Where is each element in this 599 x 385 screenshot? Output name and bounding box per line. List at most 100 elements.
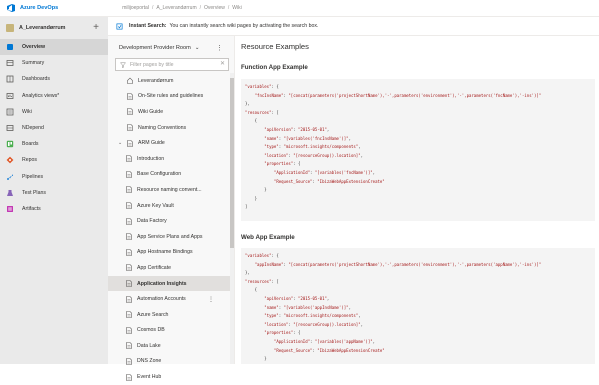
breadcrumb: milijoeportal / A_Leverandørrum / Overvi…	[122, 5, 241, 11]
code-line: {	[245, 287, 258, 293]
wiki-page-item[interactable]: On-Site rules and guidelines	[108, 89, 234, 105]
nav-item-dashboards[interactable]: Dashboards	[0, 71, 108, 87]
code-line: "name": "[variables('appInsName')]",	[264, 304, 351, 310]
wiki-page-item[interactable]: Naming Conventions	[108, 120, 234, 136]
wiki-page-item[interactable]: Wiki Guide	[108, 104, 234, 120]
wiki-page-item[interactable]: Introduction	[108, 151, 234, 167]
pipelines-icon	[6, 173, 14, 181]
breadcrumb-org[interactable]: milijoeportal	[122, 5, 149, 11]
nav-item-wiki[interactable]: Wiki	[0, 104, 108, 120]
page-icon	[126, 233, 132, 241]
nav-item-repos[interactable]: Repos	[0, 152, 108, 168]
nav-item-test-plans[interactable]: Test Plans	[0, 185, 108, 201]
wiki-page-item[interactable]: Data Factory	[108, 213, 234, 229]
code-line: "resources": [	[245, 278, 279, 284]
clear-filter-icon[interactable]: ✕	[220, 60, 225, 67]
code-line: }	[245, 356, 267, 362]
brand-name[interactable]: Azure DevOps	[20, 5, 58, 11]
code-line: "variables": {	[245, 253, 279, 258]
nav-item-label: Dashboards	[22, 76, 50, 83]
wiki-page-label: Application Insights	[137, 280, 187, 287]
more-options-icon[interactable]: ⋮	[216, 44, 223, 52]
wiki-page-item[interactable]: App Certificate	[108, 260, 234, 276]
wiki-page-item[interactable]: ⌄ ARM Guide	[108, 135, 234, 151]
page-icon	[126, 311, 132, 319]
wiki-selector[interactable]: Development Provider Room ⌄	[119, 45, 200, 51]
code-line: "variables": {	[245, 84, 279, 89]
nav-item-label: Repos	[22, 157, 37, 164]
chevron-down-icon[interactable]: ⌄	[118, 140, 124, 146]
nav-item-summary[interactable]: Summary	[0, 55, 108, 71]
wiki-page-item[interactable]: Leverandørrum	[108, 73, 234, 89]
scrollbar-thumb[interactable]	[230, 78, 234, 248]
page-icon	[126, 202, 132, 209]
wiki-page-item[interactable]: Cosmos DB	[108, 323, 234, 339]
code-line: "type": "microsoft.insights/components",	[264, 144, 361, 150]
dashboards-icon	[6, 75, 14, 83]
wiki-page-item[interactable]: Application Insights	[108, 275, 234, 292]
nav-item-overview[interactable]: Overview	[0, 39, 108, 56]
code-line: "location": "[resourceGroup().location]"…	[264, 321, 364, 327]
nav-item-label: Wiki	[22, 108, 32, 115]
page-icon	[126, 155, 132, 163]
nav-item-ndepend[interactable]: NDepend	[0, 120, 108, 136]
nav-item-boards[interactable]: Boards	[0, 136, 108, 152]
code-line: "type": "microsoft.insights/components",	[264, 313, 361, 319]
filter-pages-input[interactable]: Filter pages by title ✕	[115, 58, 229, 71]
wiki-page-label: Leverandørrum	[138, 77, 174, 84]
wiki-page-item[interactable]: Azure Search	[108, 307, 234, 323]
nav-item-artifacts[interactable]: Artifacts	[0, 201, 108, 217]
wiki-page-label: On-Site rules and guidelines	[138, 93, 204, 100]
nav-item-pipelines[interactable]: Pipelines	[0, 169, 108, 185]
lightbulb-icon	[116, 23, 123, 29]
summary-icon	[6, 59, 14, 67]
filter-placeholder: Filter pages by title	[130, 61, 174, 68]
more-options-icon[interactable]: ⋮	[208, 296, 214, 303]
wiki-page-label: Azure Search	[137, 311, 169, 318]
breadcrumb-project[interactable]: A_Leverandørrum	[156, 5, 196, 11]
code-block-function-app: "variables": { "fncInsName": "[concat(pa…	[241, 79, 595, 221]
code-block-web-app: "variables": { "appInsName": "[concat(pa…	[241, 248, 595, 364]
nav-item-label: Overview	[22, 44, 46, 51]
wiki-page-item[interactable]: Automation Accounts ⋮	[108, 291, 234, 307]
code-line: },	[245, 101, 250, 107]
wiki-page-label: Data Lake	[137, 342, 161, 349]
wiki-page-label: App Certificate	[137, 264, 172, 271]
add-icon[interactable]: +	[93, 23, 99, 33]
azure-devops-logo-icon[interactable]	[6, 3, 16, 13]
nav-item-analytics-views[interactable]: Analytics views*	[0, 88, 108, 104]
page-icon	[127, 139, 133, 147]
top-bar: Azure DevOps milijoeportal / A_Leverandø…	[0, 0, 599, 17]
breadcrumb-separator: /	[227, 5, 230, 11]
wiki-page-item[interactable]: App Service Plans and Apps	[108, 229, 234, 245]
wiki-page-item[interactable]: Event Hub	[108, 369, 234, 385]
nav-list: Overview Summary Dashboards Analytics views…	[0, 39, 108, 217]
code-line: "Request_Source": "IbizaWebAppExtensionC…	[273, 178, 385, 184]
page-icon	[126, 264, 132, 272]
chevron-down-icon: ⌄	[194, 45, 200, 51]
wiki-page-item[interactable]: Data Lake	[108, 338, 234, 354]
project-avatar[interactable]	[6, 24, 14, 32]
wiki-page-item[interactable]: Resource naming convent...	[108, 182, 234, 198]
wiki-page-label: Naming Conventions	[138, 124, 187, 131]
breadcrumb-wiki[interactable]: Wiki	[232, 5, 241, 11]
code-line: }	[245, 187, 267, 193]
wiki-selector-label: Development Provider Room	[119, 45, 191, 51]
analytics-icon	[6, 92, 14, 100]
filter-icon	[120, 62, 126, 68]
wiki-page-item[interactable]: Base Configuration	[108, 167, 234, 183]
wiki-page-label: ARM Guide	[138, 140, 165, 147]
project-name[interactable]: A_Leverandørrum	[19, 25, 93, 31]
wiki-page-item[interactable]: DNS Zone	[108, 354, 234, 370]
code-line: }	[245, 195, 258, 201]
breadcrumb-separator: /	[151, 5, 154, 11]
repos-icon	[6, 156, 14, 164]
wiki-page-label: Wiki Guide	[138, 108, 164, 115]
wiki-page-label: Resource naming convent...	[137, 186, 202, 193]
project-header: A_Leverandørrum +	[0, 17, 108, 39]
test-plans-icon	[6, 189, 14, 197]
wiki-page-item[interactable]: Azure Key Vault	[108, 198, 234, 214]
wiki-page-label: App Hostname Bindings	[137, 249, 193, 256]
wiki-page-item[interactable]: App Hostname Bindings	[108, 245, 234, 261]
breadcrumb-overview[interactable]: Overview	[204, 5, 225, 11]
